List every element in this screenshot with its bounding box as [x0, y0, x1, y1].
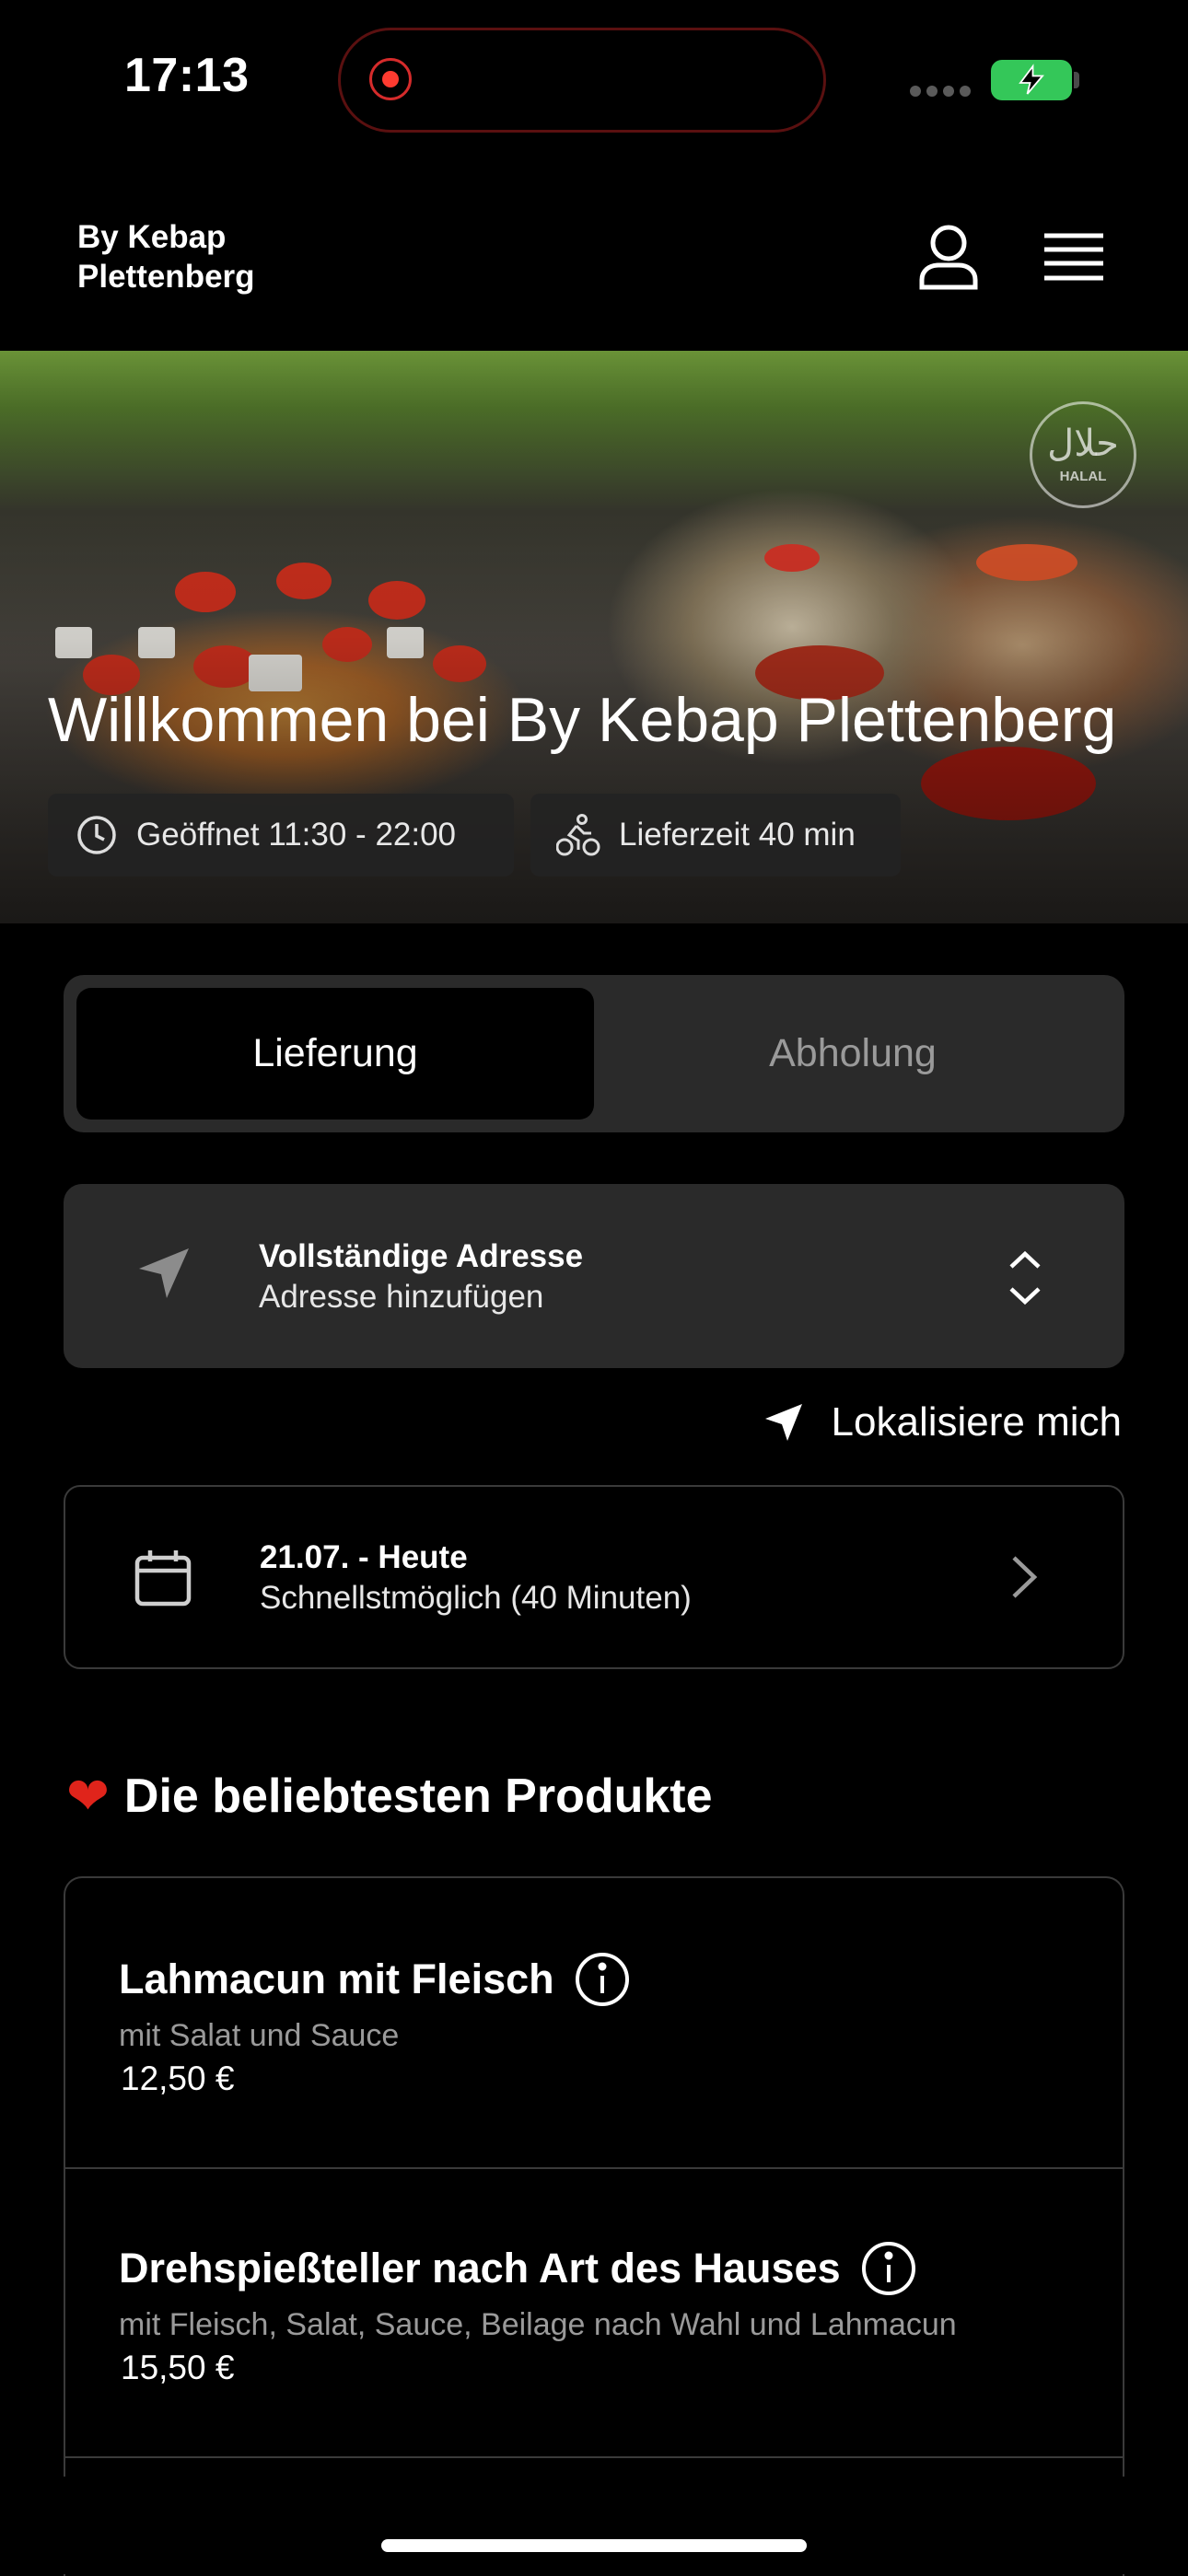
info-icon[interactable] — [861, 2241, 916, 2296]
product-item[interactable]: Drehspießteller nach Art des Hauses mit … — [65, 2167, 1123, 2458]
product-name: Lahmacun mit Fleisch — [119, 1955, 554, 2002]
calendar-icon — [134, 1549, 192, 1612]
product-item[interactable]: Lahmacun mit Fleisch mit Salat und Sauce… — [65, 1878, 1123, 2169]
status-time: 17:13 — [124, 49, 250, 102]
locate-me-button[interactable]: Lokalisiere mich — [763, 1399, 1122, 1445]
delivery-date-title: 21.07. - Heute — [260, 1539, 468, 1575]
locate-me-label: Lokalisiere mich — [831, 1399, 1122, 1445]
brand-line-2: Plettenberg — [77, 259, 255, 295]
bottom-safe-area — [0, 2477, 1188, 2574]
hamburger-menu-icon[interactable] — [1044, 232, 1103, 288]
delivery-time-text: Lieferzeit 40 min — [619, 817, 856, 853]
cellular-signal-icon — [910, 85, 976, 101]
product-name: Drehspießteller nach Art des Hauses — [119, 2245, 841, 2292]
address-selector[interactable] — [64, 1184, 1124, 1368]
delivery-time-selector[interactable] — [64, 1485, 1124, 1669]
opening-hours-text: Geöffnet 11:30 - 22:00 — [136, 817, 457, 853]
chevron-up-down-icon — [1006, 1248, 1044, 1312]
product-price: 12,50 € — [121, 2060, 235, 2097]
address-subtitle: Adresse hinzufügen — [259, 1279, 544, 1315]
brand-line-1: By Kebap — [77, 219, 227, 255]
info-icon[interactable] — [575, 1952, 630, 2007]
product-name-row: Drehspießteller nach Art des Hauses — [119, 2241, 916, 2296]
halal-arabic-glyph: حلال — [1047, 424, 1119, 464]
user-account-icon[interactable] — [916, 223, 981, 296]
product-name-row: Lahmacun mit Fleisch — [119, 1952, 630, 2007]
tab-pickup[interactable]: Abholung — [594, 988, 1112, 1120]
halal-badge-label: HALAL — [1059, 469, 1107, 484]
heart-icon: ❤ — [66, 1767, 110, 1825]
courier-bike-icon — [556, 814, 600, 856]
product-description: mit Salat und Sauce — [119, 2018, 400, 2053]
product-description: mit Fleisch, Salat, Sauce, Beilage nach … — [119, 2307, 957, 2342]
hero-title: Willkommen bei By Kebap Plettenberg — [48, 685, 1117, 755]
address-title: Vollständige Adresse — [259, 1238, 584, 1274]
location-arrow-icon — [135, 1245, 192, 1306]
halal-badge: حلال HALAL — [1030, 401, 1136, 508]
restaurant-brand[interactable]: By Kebap Plettenberg — [77, 217, 372, 296]
product-price: 15,50 € — [121, 2349, 235, 2386]
home-indicator[interactable] — [381, 2539, 807, 2552]
popular-products-title: Die beliebtesten Produkte — [123, 1770, 713, 1823]
location-arrow-icon — [764, 1404, 802, 1441]
delivery-date-subtitle: Schnellstmöglich (40 Minuten) — [260, 1580, 692, 1616]
tab-delivery[interactable]: Lieferung — [76, 988, 594, 1120]
popular-products-list: Lahmacun mit Fleisch mit Salat und Sauce… — [64, 1876, 1124, 2576]
delivery-time-badge: Lieferzeit 40 min — [530, 794, 901, 876]
popular-products-heading: ❤ Die beliebtesten Produkte — [66, 1766, 713, 1827]
battery-cap — [1074, 72, 1079, 88]
clock-icon — [77, 816, 116, 854]
chevron-right-icon — [1008, 1554, 1040, 1605]
opening-hours-badge: Geöffnet 11:30 - 22:00 — [48, 794, 514, 876]
battery-charging-icon — [991, 60, 1072, 100]
recording-indicator-icon — [382, 71, 399, 87]
